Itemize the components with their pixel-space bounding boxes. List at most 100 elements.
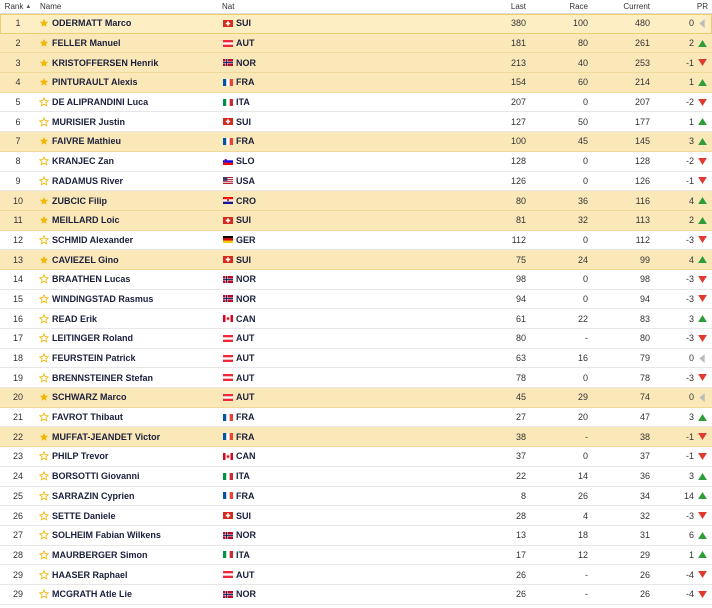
star-filled-icon[interactable]	[38, 53, 50, 72]
athlete-name[interactable]: SCHWARZ Marco	[52, 388, 220, 407]
athlete-name[interactable]: MEILLARD Loic	[52, 211, 220, 230]
table-row[interactable]: 22 MUFFAT-JEANDET Victor FRA 38 - 38 -1	[0, 427, 712, 448]
header-name[interactable]: Name	[40, 0, 208, 13]
header-rank[interactable]: Rank ▲	[0, 0, 36, 13]
athlete-name[interactable]: BRENNSTEINER Stefan	[52, 368, 220, 387]
table-row[interactable]: 5 DE ALIPRANDINI Luca ITA 207 0 207 -2	[0, 93, 712, 113]
table-row[interactable]: 19 BRENNSTEINER Stefan AUT 78 0 78 -3	[0, 368, 712, 389]
athlete-name[interactable]: READ Erik	[52, 309, 220, 328]
athlete-name[interactable]: HAASER Raphael	[52, 565, 220, 584]
star-outline-icon[interactable]	[38, 585, 50, 604]
table-row[interactable]: 24 BORSOTTI Giovanni ITA 22 14 36 3	[0, 467, 712, 487]
table-row[interactable]: 15 WINDINGSTAD Rasmus NOR 94 0 94 -3	[0, 290, 712, 310]
star-filled-icon[interactable]	[38, 427, 50, 446]
table-row[interactable]: 13 CAVIEZEL Gino SUI 75 24 99 4	[0, 250, 712, 270]
header-pr[interactable]: PR	[670, 0, 708, 13]
table-row[interactable]: 12 SCHMID Alexander GER 112 0 112 -3	[0, 231, 712, 251]
athlete-name[interactable]: BORSOTTI Giovanni	[52, 467, 220, 486]
athlete-name[interactable]: MUFFAT-JEANDET Victor	[52, 427, 220, 446]
athlete-name[interactable]: FAIVRE Mathieu	[52, 132, 220, 151]
athlete-name[interactable]: FEURSTEIN Patrick	[52, 349, 220, 368]
star-outline-icon[interactable]	[38, 309, 50, 328]
athlete-name[interactable]: RADAMUS River	[52, 172, 220, 191]
arrow-up-icon	[696, 526, 708, 545]
athlete-name[interactable]: LEITINGER Roland	[52, 329, 220, 348]
table-row[interactable]: 25 SARRAZIN Cyprien FRA 8 26 34 14	[0, 487, 712, 507]
star-outline-icon[interactable]	[38, 467, 50, 486]
athlete-name[interactable]: DE ALIPRANDINI Luca	[52, 93, 220, 112]
table-row[interactable]: 11 MEILLARD Loic SUI 81 32 113 2	[0, 210, 712, 231]
star-outline-icon[interactable]	[38, 565, 50, 584]
header-nat[interactable]: Nat	[222, 0, 262, 13]
table-row[interactable]: 28 MAURBERGER Simon ITA 17 12 29 1	[0, 546, 712, 566]
table-row[interactable]: 14 BRAATHEN Lucas NOR 98 0 98 -3	[0, 270, 712, 290]
athlete-name[interactable]: BRAATHEN Lucas	[52, 270, 220, 289]
star-outline-icon[interactable]	[38, 349, 50, 368]
athlete-name[interactable]: ZUBCIC Filip	[52, 191, 220, 210]
athlete-name[interactable]: MCGRATH Atle Lie	[52, 585, 220, 604]
nation-code: NOR	[236, 589, 256, 600]
header-last[interactable]: Last	[470, 0, 526, 13]
star-outline-icon[interactable]	[38, 506, 50, 525]
table-row[interactable]: 10 ZUBCIC Filip CRO 80 36 116 4	[0, 191, 712, 211]
star-filled-icon[interactable]	[38, 132, 50, 151]
athlete-name[interactable]: SCHMID Alexander	[52, 231, 220, 250]
athlete-name[interactable]: PHILP Trevor	[52, 447, 220, 466]
athlete-name[interactable]: PINTURAULT Alexis	[52, 73, 220, 92]
table-row[interactable]: 26 SETTE Daniele SUI 28 4 32 -3	[0, 506, 712, 526]
table-row[interactable]: 29 MCGRATH Atle Lie NOR 26 - 26 -4	[0, 585, 712, 605]
table-row[interactable]: 3 KRISTOFFERSEN Henrik NOR 213 40 253 -1	[0, 53, 712, 74]
table-row[interactable]: 2 FELLER Manuel AUT 181 80 261 2	[0, 33, 712, 54]
table-row[interactable]: 29 HAASER Raphael AUT 26 - 26 -4	[0, 565, 712, 585]
star-filled-icon[interactable]	[38, 211, 50, 230]
athlete-name[interactable]: MURISIER Justin	[52, 112, 220, 131]
athlete-name[interactable]: FELLER Manuel	[52, 34, 220, 53]
table-row[interactable]: 6 MURISIER Justin SUI 127 50 177 1	[0, 112, 712, 133]
star-outline-icon[interactable]	[38, 270, 50, 289]
header-current[interactable]: Current	[590, 0, 650, 13]
star-outline-icon[interactable]	[38, 152, 50, 171]
table-row[interactable]: 18 FEURSTEIN Patrick AUT 63 16 79 0	[0, 349, 712, 369]
star-outline-icon[interactable]	[38, 329, 50, 348]
athlete-name[interactable]: CAVIEZEL Gino	[52, 250, 220, 269]
star-outline-icon[interactable]	[38, 546, 50, 565]
athlete-name[interactable]: KRISTOFFERSEN Henrik	[52, 53, 220, 72]
star-filled-icon[interactable]	[38, 388, 50, 407]
star-filled-icon[interactable]	[38, 250, 50, 269]
athlete-name[interactable]: MAURBERGER Simon	[52, 546, 220, 565]
table-row[interactable]: 7 FAIVRE Mathieu FRA 100 45 145 3	[0, 132, 712, 152]
table-row[interactable]: 23 PHILP Trevor CAN 37 0 37 -1	[0, 447, 712, 467]
star-outline-icon[interactable]	[38, 526, 50, 545]
table-row[interactable]: 20 SCHWARZ Marco AUT 45 29 74 0	[0, 388, 712, 408]
star-outline-icon[interactable]	[38, 172, 50, 191]
athlete-name[interactable]: SARRAZIN Cyprien	[52, 487, 220, 506]
star-filled-icon[interactable]	[38, 14, 50, 33]
athlete-name[interactable]: ODERMATT Marco	[52, 14, 220, 33]
athlete-name[interactable]: SETTE Daniele	[52, 506, 220, 525]
athlete-name[interactable]: FAVROT Thibaut	[52, 408, 220, 427]
table-row[interactable]: 21 FAVROT Thibaut FRA 27 20 47 3	[0, 408, 712, 428]
star-outline-icon[interactable]	[38, 231, 50, 250]
star-outline-icon[interactable]	[38, 368, 50, 387]
table-row[interactable]: 1 ODERMATT Marco SUI 380 100 480 0	[0, 14, 712, 34]
star-outline-icon[interactable]	[38, 447, 50, 466]
athlete-name[interactable]: SOLHEIM Fabian Wilkens	[52, 526, 220, 545]
table-row[interactable]: 17 LEITINGER Roland AUT 80 - 80 -3	[0, 329, 712, 349]
star-outline-icon[interactable]	[38, 408, 50, 427]
star-outline-icon[interactable]	[38, 290, 50, 309]
star-filled-icon[interactable]	[38, 191, 50, 210]
athlete-name[interactable]: KRANJEC Zan	[52, 152, 220, 171]
star-outline-icon[interactable]	[38, 112, 50, 131]
table-row[interactable]: 4 PINTURAULT Alexis FRA 154 60 214 1	[0, 73, 712, 93]
star-filled-icon[interactable]	[38, 34, 50, 53]
table-row[interactable]: 9 RADAMUS River USA 126 0 126 -1	[0, 172, 712, 192]
header-race[interactable]: Race	[532, 0, 588, 13]
table-row[interactable]: 27 SOLHEIM Fabian Wilkens NOR 13 18 31 6	[0, 526, 712, 546]
star-outline-icon[interactable]	[38, 93, 50, 112]
athlete-name[interactable]: WINDINGSTAD Rasmus	[52, 290, 220, 309]
star-filled-icon[interactable]	[38, 73, 50, 92]
table-row[interactable]: 8 KRANJEC Zan SLO 128 0 128 -2	[0, 152, 712, 172]
table-row[interactable]: 16 READ Erik CAN 61 22 83 3	[0, 309, 712, 329]
flag-aut-icon	[222, 565, 234, 584]
star-outline-icon[interactable]	[38, 487, 50, 506]
